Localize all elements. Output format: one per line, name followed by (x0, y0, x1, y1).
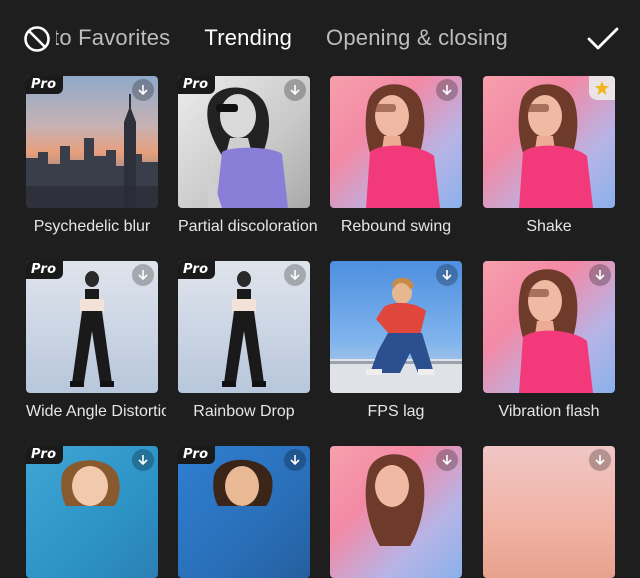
effect-label: Rainbow Drop (193, 403, 295, 420)
favorite-badge[interactable] (589, 76, 615, 100)
download-arrow-icon (595, 270, 605, 281)
cancel-button[interactable] (20, 22, 54, 56)
prohibited-circle-icon (24, 26, 50, 52)
download-arrow-icon (138, 455, 148, 466)
pro-badge: Pro (178, 261, 216, 279)
effect-label: Shake (526, 218, 572, 235)
tab-add-to-favorites[interactable]: Add to Favorites (56, 25, 187, 51)
effect-label: Partial discoloration (178, 218, 318, 235)
effect-thumbnail (330, 446, 462, 578)
effect-card-row3-3[interactable] (330, 446, 462, 578)
category-tabs: Add to Favorites Trending Opening & clos… (56, 14, 580, 62)
download-button[interactable] (436, 79, 458, 101)
confirm-button[interactable] (584, 22, 622, 56)
download-arrow-icon (290, 85, 300, 96)
effect-thumbnail (483, 446, 615, 578)
download-button[interactable] (436, 264, 458, 286)
effect-label: FPS lag (367, 403, 425, 420)
effect-thumbnail (330, 261, 462, 393)
check-icon (587, 27, 619, 50)
effect-label: Vibration flash (498, 403, 600, 420)
effect-card-shake[interactable]: Shake (483, 76, 615, 235)
effect-card-rebound-swing[interactable]: Rebound swing (330, 76, 462, 235)
download-button[interactable] (589, 264, 611, 286)
effect-thumbnail: Pro (178, 76, 310, 208)
pro-badge: Pro (26, 76, 64, 94)
effect-label: Rebound swing (340, 218, 452, 235)
effect-thumbnail: Pro (178, 446, 310, 578)
pro-badge: Pro (26, 446, 64, 464)
download-button[interactable] (284, 449, 306, 471)
download-button[interactable] (436, 449, 458, 471)
download-button[interactable] (284, 79, 306, 101)
download-arrow-icon (290, 270, 300, 281)
tab-opening-closing[interactable]: Opening & closing (309, 25, 525, 51)
download-arrow-icon (138, 270, 148, 281)
download-arrow-icon (442, 455, 452, 466)
download-arrow-icon (595, 455, 605, 466)
download-button[interactable] (132, 264, 154, 286)
effect-thumbnail: Pro (26, 76, 158, 208)
download-arrow-icon (442, 270, 452, 281)
download-arrow-icon (138, 85, 148, 96)
effect-thumbnail (483, 76, 615, 208)
effect-card-vibration-flash[interactable]: Vibration flash (483, 261, 615, 420)
effect-card-row3-4[interactable] (483, 446, 615, 578)
effects-top-bar: Add to Favorites Trending Opening & clos… (0, 0, 640, 76)
effect-card-partial-discoloration[interactable]: Pro Partial discoloration (178, 76, 318, 235)
effect-thumbnail: Pro (178, 261, 310, 393)
effect-label: Wide Angle Distortion (26, 403, 166, 420)
effect-card-row3-2[interactable]: Pro (178, 446, 310, 578)
download-button[interactable] (132, 79, 154, 101)
download-arrow-icon (442, 85, 452, 96)
effect-thumbnail: Pro (26, 446, 158, 578)
effect-card-row3-1[interactable]: Pro (26, 446, 158, 578)
effect-thumbnail (483, 261, 615, 393)
effect-thumbnail (330, 76, 462, 208)
effect-label: Psychedelic blur (33, 218, 151, 235)
download-button[interactable] (284, 264, 306, 286)
pro-badge: Pro (178, 76, 216, 94)
star-icon (595, 81, 609, 95)
pro-badge: Pro (26, 261, 64, 279)
effect-thumbnail: Pro (26, 261, 158, 393)
effect-card-fps-lag[interactable]: FPS lag (330, 261, 462, 420)
effect-card-psychedelic-blur[interactable]: Pro Psychedelic blur (26, 76, 158, 235)
download-button[interactable] (132, 449, 154, 471)
pro-badge: Pro (178, 446, 216, 464)
effect-card-wide-angle-distortion[interactable]: Pro Wide Angle Distortion (26, 261, 166, 420)
tab-trending[interactable]: Trending (187, 25, 309, 51)
download-button[interactable] (589, 449, 611, 471)
download-arrow-icon (290, 455, 300, 466)
effect-card-rainbow-drop[interactable]: Pro Rainbow Drop (178, 261, 310, 420)
